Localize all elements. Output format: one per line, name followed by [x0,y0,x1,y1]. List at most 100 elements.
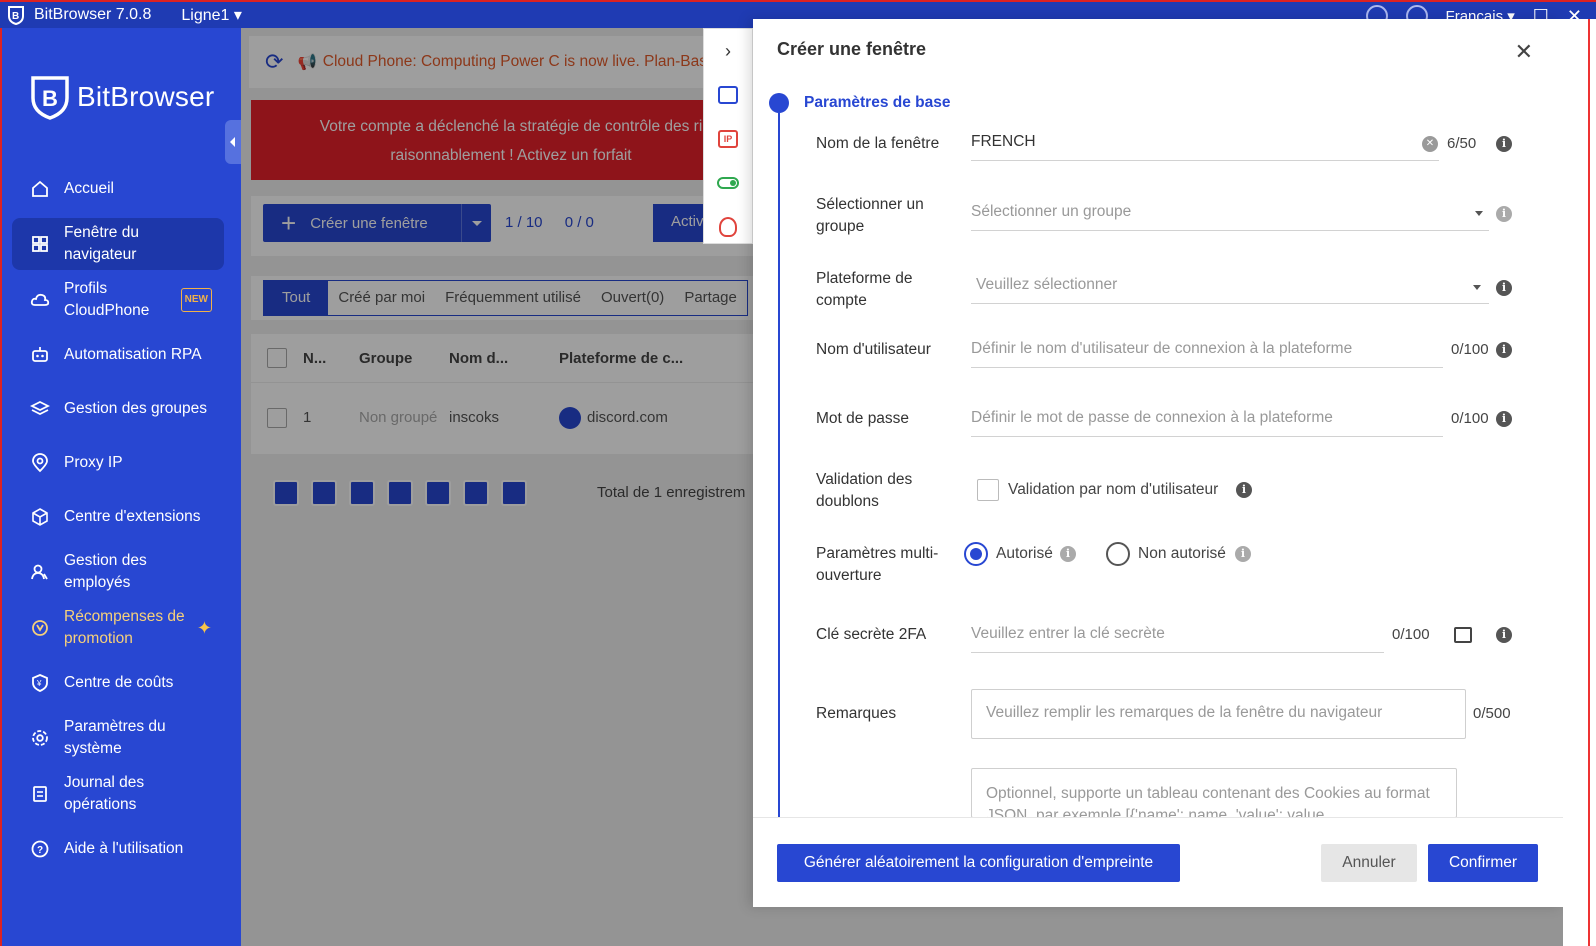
new-badge: NEW [180,288,212,312]
chevron-down-icon [1475,211,1483,216]
image-upload-icon[interactable] [1454,627,1472,643]
sidebar-item-cloudphone[interactable]: Profils CloudPhone NEW [12,274,224,326]
collapse-sidebar-button[interactable] [225,120,241,164]
info-icon[interactable]: i [1060,546,1076,562]
radio-not-allowed[interactable] [1106,542,1130,566]
info-icon[interactable]: i [1496,206,1512,222]
window-edge [1563,19,1596,946]
username-counter: 0/100 [1451,341,1489,358]
info-icon[interactable]: i [1496,136,1512,152]
sidebar-item-promotion[interactable]: Récompenses de promotion ✦ [12,602,224,654]
twofa-counter: 0/100 [1392,626,1430,643]
line-selector[interactable]: Ligne1 ▾ [181,5,242,25]
ip-config-button[interactable]: IP [704,117,752,161]
log-icon [30,784,50,804]
gift-icon [30,618,50,638]
info-icon[interactable]: i [1496,627,1512,643]
app-title: BitBrowser 7.0.8 [34,6,152,23]
brand: B BitBrowser [29,74,241,120]
sidebar-item-label: Gestion des employés [64,552,147,591]
password-field[interactable]: Définir le mot de passe de connexion à l… [971,401,1443,437]
cookies-field[interactable]: Optionnel, supporte un tableau contenant… [971,768,1457,818]
sidebar-item-label: Récompenses de promotion [64,608,185,647]
confirm-button[interactable]: Confirmer [1428,844,1538,882]
robot-icon [30,345,50,365]
toggle-icon [717,177,739,189]
cube-icon [30,507,50,527]
sidebar-item-browser-window[interactable]: Fenêtre du navigateur [12,218,224,270]
window-name-counter: 6/50 [1447,135,1477,152]
sidebar-item-employees[interactable]: Gestion des employés [12,546,224,598]
sidebar-item-label: Profils CloudPhone [64,280,150,319]
bitbrowser-logo-icon: B [31,76,69,120]
fingerprint-button[interactable] [704,205,752,249]
cloud-icon [30,290,50,310]
sidebar-item-extensions[interactable]: Centre d'extensions [12,492,224,542]
bitbrowser-logo-icon: B [8,6,24,25]
radio-allowed-label[interactable]: Autorisé [996,545,1053,563]
group-select[interactable]: Sélectionner un groupe [971,195,1489,231]
username-field[interactable]: Définir le nom d'utilisateur de connexio… [971,332,1443,368]
sidebar-item-logs[interactable]: Journal des opérations [12,768,224,820]
dedup-checkbox[interactable] [977,479,999,501]
radio-allowed[interactable] [964,542,988,566]
password-counter: 0/100 [1451,410,1489,427]
cancel-button[interactable]: Annuler [1321,844,1417,882]
twofa-label: Clé secrète 2FA [816,626,927,643]
info-icon[interactable]: i [1496,342,1512,358]
password-label: Mot de passe [816,410,910,427]
section-basic-settings[interactable]: Paramètres de base [804,94,950,112]
sidebar-item-label: Centre d'extensions [64,508,201,525]
sidebar-item-home[interactable]: Accueil [12,164,224,214]
window-name-field[interactable]: FRENCH [971,125,1439,161]
collapse-toolbar-button[interactable]: › [704,29,752,73]
info-icon[interactable]: i [1496,411,1512,427]
group-label: Sélectionner un groupe [816,196,924,235]
dedup-label: Validation des doublons [816,471,913,510]
step-line [778,113,780,823]
chevron-down-icon [1473,285,1481,290]
notes-field[interactable]: Veuillez remplir les remarques de la fen… [971,689,1466,739]
platform-select[interactable]: Veuillez sélectionner [971,268,1489,304]
location-icon [30,453,50,473]
toggle-config-button[interactable] [704,161,752,205]
notes-label: Remarques [816,705,897,722]
sidebar-item-label: Fenêtre du navigateur [64,224,139,263]
sidebar-item-label: Automatisation RPA [64,346,202,363]
info-icon[interactable]: i [1235,546,1251,562]
clear-icon[interactable]: ✕ [1422,136,1438,152]
generate-fingerprint-button[interactable]: Générer aléatoirement la configuration d… [777,844,1180,882]
sidebar-item-label: Journal des opérations [64,774,145,813]
sparkle-icon: ✦ [196,618,212,638]
home-icon [30,179,50,199]
sidebar-item-proxy[interactable]: Proxy IP [12,438,224,488]
dedup-option-label[interactable]: Validation par nom d'utilisateur [1008,481,1218,499]
sidebar-item-label: Gestion des groupes [64,400,208,417]
info-icon[interactable]: i [1496,280,1512,296]
sidebar-item-label: Paramètres du système [64,718,166,757]
ip-icon: IP [718,130,738,148]
fingerprint-icon [719,217,737,237]
sidebar-item-settings[interactable]: Paramètres du système [12,712,224,764]
close-icon[interactable]: ✕ [1515,39,1533,65]
window-name-label: Nom de la fenêtre [816,135,940,152]
drawer-footer: Générer aléatoirement la configuration d… [753,817,1563,907]
twofa-field[interactable]: Veuillez entrer la clé secrète [971,617,1384,653]
svg-text:?: ? [37,845,43,856]
info-icon[interactable]: i [1236,482,1252,498]
shield-icon: ¥ [30,673,50,693]
sidebar-item-groups[interactable]: Gestion des groupes [12,384,224,434]
notes-counter: 0/500 [1473,705,1511,722]
drawer-title: Créer une fenêtre [777,39,927,59]
sidebar-item-help[interactable]: ? Aide à l'utilisation [12,824,224,874]
sidebar-item-label: Aide à l'utilisation [64,840,184,857]
radio-not-allowed-label[interactable]: Non autorisé [1138,545,1226,563]
sidebar-item-rpa[interactable]: Automatisation RPA [12,330,224,380]
brand-name: BitBrowser [77,81,215,112]
platform-label: Plateforme de compte [816,270,913,309]
svg-text:B: B [12,11,19,22]
svg-text:B: B [42,86,58,111]
browser-config-button[interactable] [704,73,752,117]
sidebar-item-label: Proxy IP [64,454,123,471]
sidebar-item-costs[interactable]: ¥ Centre de coûts [12,658,224,708]
